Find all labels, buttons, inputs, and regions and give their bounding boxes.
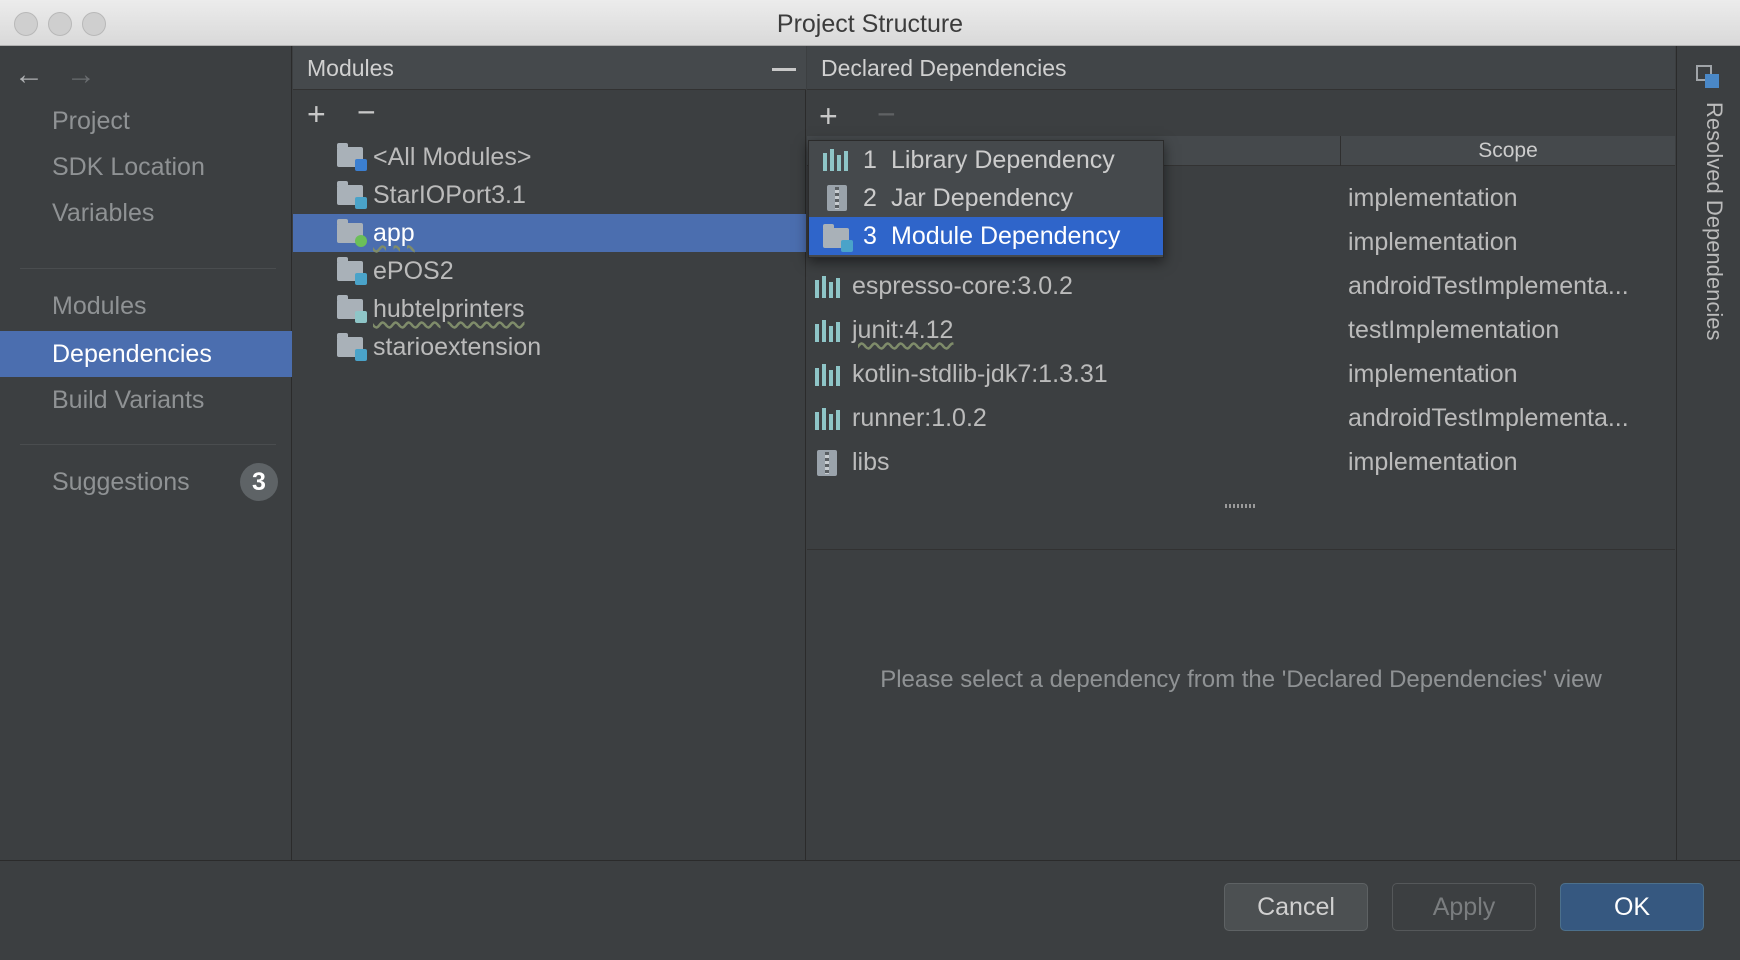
module-label: ePOS2 bbox=[373, 257, 454, 285]
module-item-hubtelprinters[interactable]: hubtelprinters bbox=[293, 290, 806, 328]
modules-folder-icon bbox=[337, 143, 367, 171]
library-module-folder-icon bbox=[337, 333, 367, 361]
library-icon bbox=[823, 149, 849, 171]
table-row[interactable]: espresso-core:3.0.2 androidTestImplement… bbox=[807, 264, 1675, 308]
menu-item-label: Jar Dependency bbox=[891, 184, 1074, 212]
sidebar-item-project[interactable]: Project bbox=[0, 98, 292, 144]
menu-item-number: 3 bbox=[863, 222, 877, 250]
sidebar-item-label: SDK Location bbox=[52, 153, 205, 181]
dependency-name: espresso-core:3.0.2 bbox=[852, 272, 1073, 300]
cancel-button[interactable]: Cancel bbox=[1224, 883, 1368, 931]
table-row[interactable]: kotlin-stdlib-jdk7:1.3.31 implementation bbox=[807, 352, 1675, 396]
sidebar-item-label: Build Variants bbox=[52, 386, 205, 414]
add-dependency-menu: 1 Library Dependency 2 Jar Dependency 3 … bbox=[808, 140, 1164, 258]
dependency-name: junit:4.12 bbox=[852, 316, 954, 344]
dependency-scope: androidTestImplementa... bbox=[1348, 404, 1629, 432]
dependency-scope: implementation bbox=[1348, 184, 1518, 212]
app-module-folder-icon bbox=[337, 219, 367, 247]
menu-item-module-dependency[interactable]: 3 Module Dependency bbox=[809, 217, 1163, 255]
sidebar-item-modules[interactable]: Modules bbox=[0, 283, 292, 329]
resolved-dependencies-label: Resolved Dependencies bbox=[1702, 102, 1727, 341]
project-structure-dialog: Project Structure ← → Project SDK Locati… bbox=[0, 0, 1740, 960]
sidebar: ← → Project SDK Location Variables Modul… bbox=[0, 46, 292, 860]
library-module-folder-icon bbox=[337, 257, 367, 285]
remove-dependency-button[interactable]: − bbox=[877, 98, 896, 130]
resolved-dependencies-icon bbox=[1696, 65, 1719, 88]
table-row[interactable]: libs implementation bbox=[807, 440, 1675, 484]
sidebar-item-label: Modules bbox=[52, 292, 147, 320]
table-row[interactable]: runner:1.0.2 androidTestImplementa... bbox=[807, 396, 1675, 440]
dependency-scope: implementation bbox=[1348, 228, 1518, 256]
menu-item-jar-dependency[interactable]: 2 Jar Dependency bbox=[809, 179, 1163, 217]
dependency-name: runner:1.0.2 bbox=[852, 404, 987, 432]
module-item-stariopott[interactable]: StarIOPort3.1 bbox=[293, 176, 806, 214]
module-label: <All Modules> bbox=[373, 143, 532, 171]
sidebar-item-build-variants[interactable]: Build Variants bbox=[0, 377, 292, 423]
sidebar-divider bbox=[20, 444, 276, 445]
dependency-name: kotlin-stdlib-jdk7:1.3.31 bbox=[852, 360, 1108, 388]
jar-icon bbox=[827, 185, 847, 211]
library-icon bbox=[815, 408, 841, 430]
declared-dependencies-header: Declared Dependencies bbox=[807, 46, 1675, 90]
module-item-app[interactable]: app bbox=[293, 214, 806, 252]
module-label: app bbox=[373, 219, 415, 247]
sidebar-item-label: Project bbox=[52, 107, 130, 135]
sidebar-item-label: Variables bbox=[52, 199, 155, 227]
dependency-scope: testImplementation bbox=[1348, 316, 1560, 344]
dialog-footer: Cancel Apply OK bbox=[0, 860, 1740, 960]
collapse-panel-icon[interactable] bbox=[772, 68, 796, 71]
menu-item-label: Library Dependency bbox=[891, 146, 1115, 174]
ok-button[interactable]: OK bbox=[1560, 883, 1704, 931]
add-module-button[interactable]: + bbox=[307, 98, 326, 130]
add-dependency-button[interactable]: + bbox=[819, 100, 838, 132]
window-title: Project Structure bbox=[776, 10, 964, 38]
sidebar-item-label: Dependencies bbox=[52, 340, 212, 368]
dependency-scope: implementation bbox=[1348, 360, 1518, 388]
menu-item-library-dependency[interactable]: 1 Library Dependency bbox=[809, 141, 1163, 179]
library-icon bbox=[815, 276, 841, 298]
sidebar-item-label: Suggestions bbox=[52, 468, 190, 496]
dependency-scope: androidTestImplementa... bbox=[1348, 272, 1629, 300]
menu-item-number: 1 bbox=[863, 146, 877, 174]
jar-icon bbox=[817, 450, 837, 476]
dependency-name: libs bbox=[852, 448, 890, 476]
sidebar-item-variables[interactable]: Variables bbox=[0, 190, 292, 236]
library-module-folder-icon bbox=[337, 181, 367, 209]
empty-selection-message: Please select a dependency from the 'Dec… bbox=[880, 666, 1602, 693]
declared-dependencies-header-label: Declared Dependencies bbox=[821, 55, 1067, 81]
module-label: StarIOPort3.1 bbox=[373, 181, 526, 209]
modules-header: Modules bbox=[293, 46, 806, 90]
modules-header-label: Modules bbox=[307, 55, 394, 81]
module-label: starioextension bbox=[373, 333, 542, 361]
sidebar-item-sdk-location[interactable]: SDK Location bbox=[0, 144, 292, 190]
remove-module-button[interactable]: − bbox=[357, 96, 376, 128]
library-icon bbox=[815, 364, 841, 386]
sidebar-item-dependencies[interactable]: Dependencies bbox=[0, 331, 292, 377]
modules-panel: Modules + − <All Modules> StarIOPort3.1 … bbox=[293, 46, 806, 860]
title-bar: Project Structure bbox=[0, 0, 1740, 46]
resolved-dependencies-strip[interactable]: Resolved Dependencies bbox=[1676, 46, 1740, 860]
module-item-starioextension[interactable]: starioextension bbox=[293, 328, 806, 366]
module-folder-icon bbox=[823, 224, 853, 252]
module-item-all-modules[interactable]: <All Modules> bbox=[293, 138, 806, 176]
menu-item-number: 2 bbox=[863, 184, 877, 212]
arrow-left-icon[interactable]: ← bbox=[14, 58, 44, 92]
arrow-right-icon[interactable]: → bbox=[66, 58, 96, 92]
apply-button[interactable]: Apply bbox=[1392, 883, 1536, 931]
menu-item-label: Module Dependency bbox=[891, 222, 1121, 250]
library-module-folder-icon bbox=[337, 295, 367, 323]
dependency-scope: implementation bbox=[1348, 448, 1518, 476]
module-item-epos2[interactable]: ePOS2 bbox=[293, 252, 806, 290]
sidebar-divider bbox=[20, 268, 276, 269]
table-row[interactable]: junit:4.12 testImplementation bbox=[807, 308, 1675, 352]
scope-column-header[interactable]: Scope bbox=[1340, 136, 1675, 166]
suggestions-count-badge: 3 bbox=[240, 463, 278, 501]
module-label: hubtelprinters bbox=[373, 295, 525, 323]
library-icon bbox=[815, 320, 841, 342]
panel-splitter-handle[interactable] bbox=[1225, 504, 1255, 508]
